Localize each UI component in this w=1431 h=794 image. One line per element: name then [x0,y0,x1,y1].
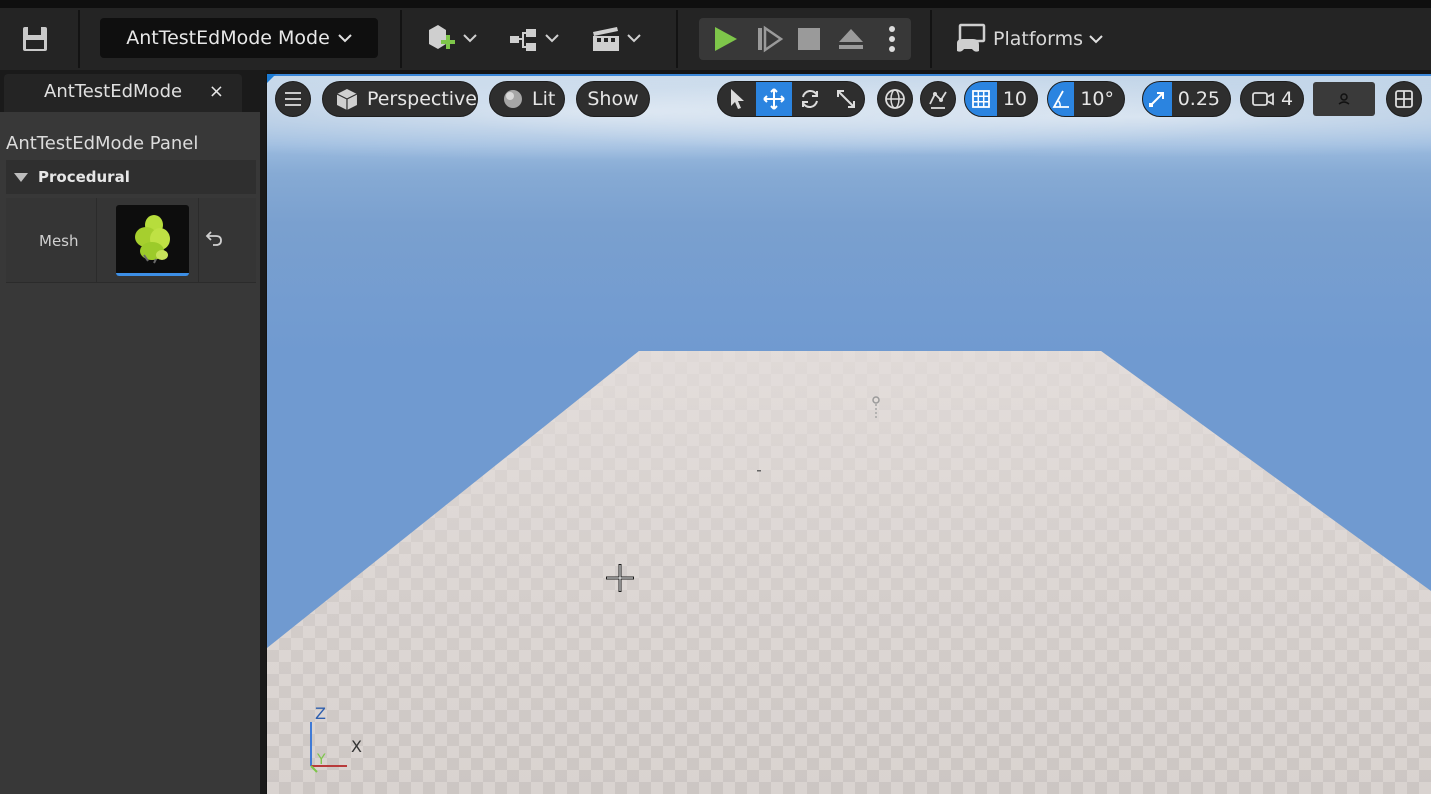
show-flags-button[interactable]: Show [576,81,650,117]
layout-grid-icon [1395,90,1413,108]
panel-title: AntTestEdMode Panel [6,133,199,154]
panel-splitter[interactable] [260,70,266,794]
camera-speed-button[interactable]: 4 [1240,81,1304,117]
toolbar-separator [78,10,80,68]
view-mode-label: Perspective [366,88,477,110]
reset-to-default-icon[interactable] [204,228,224,248]
play-icon[interactable] [707,22,743,56]
rotation-snap-value[interactable]: 10° [1074,88,1124,110]
rotation-snap-button[interactable]: 10° [1047,81,1125,117]
platforms-button[interactable]: Platforms [955,22,1103,56]
category-label: Procedural [38,168,130,186]
mesh-preview-icon [135,215,170,264]
property-row-mesh: Mesh [6,198,256,283]
scale-snap-button[interactable]: 0.25 [1142,81,1231,117]
coordinate-space-button[interactable] [877,81,913,117]
scale-snap-value[interactable]: 0.25 [1172,88,1230,110]
play-controls [699,18,911,60]
lighting-mode-button[interactable]: Lit [489,81,565,117]
mesh-thumbnail[interactable] [116,205,189,276]
stop-icon[interactable] [791,22,827,56]
chevron-down-icon [1089,35,1103,44]
camera-speed-value: 4 [1281,88,1294,110]
blueprint-icon [510,29,559,51]
more-icon[interactable] [879,22,905,56]
property-name: Mesh [39,232,79,250]
eject-icon[interactable] [833,22,869,56]
rotation-snap-icon[interactable] [1048,82,1075,116]
globe-icon [885,89,905,109]
axis-gizmo: Z X Y [305,704,375,774]
grid-snap-icon[interactable] [965,82,997,116]
viewport-options-button[interactable] [275,81,311,117]
floor-plane [267,351,1431,794]
axis-x-label: X [351,737,362,756]
grid-snap-value[interactable]: 10 [997,88,1037,110]
title-strip [0,0,1431,8]
perspective-cube-icon [336,89,358,110]
save-icon[interactable] [20,24,50,54]
close-icon[interactable]: × [209,81,224,102]
panel-tab-title: AntTestEdMode [44,81,183,102]
hamburger-menu-icon [285,92,301,106]
platforms-icon [957,23,986,52]
lit-sphere-icon [504,90,522,108]
add-actor-button[interactable] [424,22,480,56]
collapse-arrow-icon [14,172,28,182]
mode-select-label: AntTestEdMode Mode [126,27,330,49]
chevron-down-icon [338,34,352,43]
main-toolbar: AntTestEdMode Mode Platforms [0,8,1431,70]
cinematics-button[interactable] [590,22,646,56]
toolbar-separator [400,10,402,68]
property-divider [198,198,199,282]
surface-snap-button[interactable] [920,81,956,117]
mode-select[interactable]: AntTestEdMode Mode [100,18,378,58]
person-icon [1338,93,1350,105]
panel-tab[interactable]: AntTestEdMode × [4,74,242,112]
panel-body: AntTestEdMode Panel Procedural Mesh [0,112,260,794]
transform-tools [717,81,865,117]
grid-snap-button[interactable]: 10 [964,81,1038,117]
property-divider [96,198,97,282]
axis-y-label: Y [317,752,326,768]
lighting-mode-label: Lit [532,88,556,110]
step-icon[interactable] [751,22,787,56]
axis-z-label: Z [315,704,326,723]
mode-panel: AntTestEdMode × AntTestEdMode Panel Proc… [0,70,266,794]
toolbar-separator [930,10,932,68]
select-mode-icon[interactable] [718,82,756,116]
level-viewport[interactable]: Perspective Lit Show 10 10° 0.25 4 Z X Y [267,74,1431,794]
small-actor[interactable] [757,470,761,472]
rotate-mode-icon[interactable] [792,82,828,116]
crosshair-cursor-icon [606,564,634,592]
screen-percentage-button[interactable] [1313,82,1375,116]
category-header-procedural[interactable]: Procedural [6,160,256,194]
cinematics-icon [593,27,641,51]
surface-snapping-icon [929,91,947,109]
platforms-label: Platforms [993,28,1084,50]
scale-mode-icon[interactable] [828,82,864,116]
view-mode-button[interactable]: Perspective [322,81,478,117]
viewport-layout-button[interactable] [1386,81,1422,117]
blueprint-button[interactable] [508,22,564,56]
toolbar-separator [676,10,678,68]
scale-snap-icon[interactable] [1143,82,1172,116]
thumbnail-selection-bar [116,273,189,276]
show-label: Show [587,88,639,110]
translate-mode-icon[interactable] [756,82,792,116]
add-actor-icon [429,25,477,49]
camera-icon [1252,92,1274,106]
viewport-toolbar: Perspective Lit Show 10 10° 0.25 4 [267,74,1431,124]
